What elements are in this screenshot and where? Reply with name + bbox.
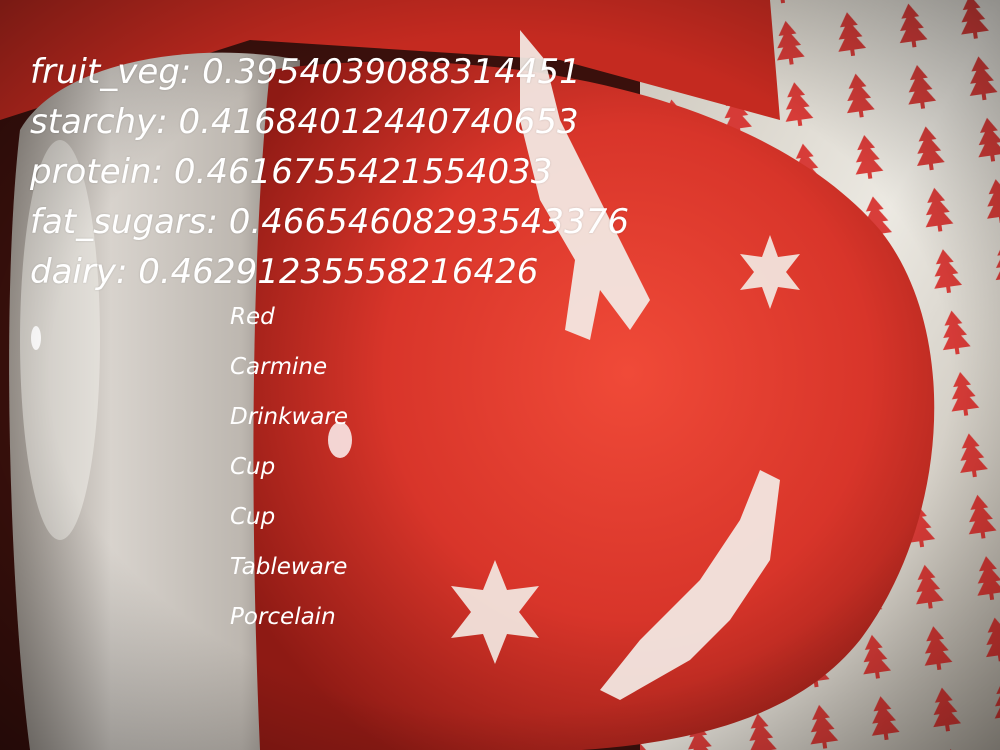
score-fruit-veg: fruit_veg: 0.3954039088314451 — [30, 52, 581, 92]
score-fat-sugars: fat_sugars: 0.46654608293543376 — [30, 202, 629, 242]
score-protein: protein: 0.4616755421554033 — [30, 152, 553, 192]
food-category-scores: fruit_veg: 0.3954039088314451 starchy: 0… — [30, 47, 629, 297]
image-labels: Red Carmine Drinkware Cup Cup Tableware … — [230, 292, 348, 642]
score-dairy: dairy: 0.46291235558216426 — [30, 252, 539, 292]
score-starchy: starchy: 0.41684012440740653 — [30, 102, 579, 142]
label-item: Tableware — [230, 554, 348, 580]
label-item: Carmine — [230, 354, 328, 380]
label-item: Red — [230, 304, 275, 330]
label-item: Porcelain — [230, 604, 336, 630]
label-item: Cup — [230, 454, 276, 480]
photo-stage: fruit_veg: 0.3954039088314451 starchy: 0… — [0, 0, 1000, 750]
label-item: Drinkware — [230, 404, 348, 430]
label-item: Cup — [230, 504, 276, 530]
